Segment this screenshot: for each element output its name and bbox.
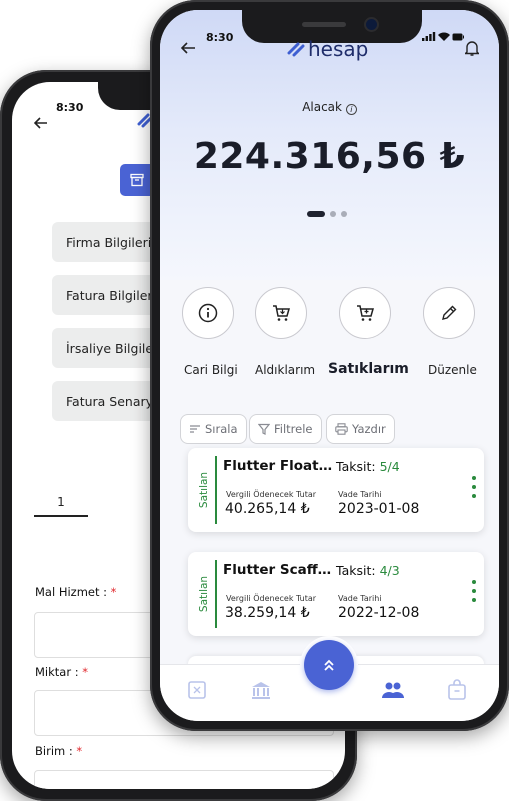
due-date-label: Vade Tarihi (338, 594, 382, 603)
filter-icon (258, 423, 270, 435)
birim-field[interactable] (34, 770, 334, 789)
taksit: Taksit: 4/3 (336, 563, 400, 578)
balance-label: Alacak (302, 100, 342, 114)
status-text: Satılan (198, 575, 211, 613)
step-number: 1 (57, 495, 65, 509)
menu-item-label: Fatura Bilgileri (66, 287, 157, 303)
status-bar (215, 456, 217, 524)
filtrele-button[interactable]: Filtrele (249, 414, 322, 444)
back-arrow-icon[interactable] (33, 114, 48, 129)
field-label-birim: Birim : * (35, 744, 82, 758)
field-label-mal-hizmet: Mal Hizmet : * (35, 585, 116, 599)
satiklarim-label: Satıklarım (328, 361, 409, 377)
front-phone-screen: 8:30 hesap Alacak i 224.316,56 ₺ Cari Bi… (160, 10, 499, 721)
field-label-text: Birim : (35, 744, 73, 758)
aldiklarim-button[interactable] (255, 287, 307, 339)
tax-amount-value: 40.265,14 ₺ (225, 501, 310, 517)
yazdir-button[interactable]: Yazdır (326, 414, 395, 444)
cart-icon (273, 305, 290, 321)
taksit-value: 4/3 (379, 563, 400, 578)
taksit-label: Taksit: (336, 563, 376, 578)
required-marker: * (110, 585, 117, 599)
step-indicator[interactable]: 1 (34, 495, 88, 517)
field-label-miktar: Miktar : * (35, 665, 88, 679)
required-marker: * (82, 665, 88, 679)
status-label: Satılan (196, 464, 212, 516)
cart-plus-icon (357, 305, 374, 321)
app-logo: hesap (286, 37, 369, 61)
printer-icon (335, 423, 348, 435)
field-label-text: Mal Hizmet : (35, 585, 108, 599)
front-phone-frame: 8:30 hesap Alacak i 224.316,56 ₺ Cari Bi… (150, 0, 509, 731)
status-time: 8:30 (206, 31, 234, 44)
tax-amount-label: Vergili Ödenecek Tutar (226, 490, 317, 499)
due-date-label: Vade Tarihi (338, 490, 382, 499)
balance-label-row: Alacak i (160, 100, 499, 115)
filtrele-label: Filtrele (274, 422, 313, 436)
double-chevron-up-icon (324, 659, 334, 671)
carousel-dot (330, 211, 336, 217)
status-label: Satılan (196, 568, 212, 620)
front-camera (366, 19, 377, 30)
taksit: Taksit: 5/4 (336, 459, 400, 474)
wifi-icon (438, 32, 450, 41)
yazdir-label: Yazdır (352, 422, 386, 436)
nav-bag-icon[interactable] (447, 679, 471, 703)
nav-customers-icon[interactable] (381, 679, 405, 703)
satiklarim-button[interactable] (339, 287, 391, 339)
sirala-button[interactable]: Sırala (180, 414, 247, 444)
back-arrow-icon[interactable] (180, 39, 196, 54)
more-icon[interactable] (470, 476, 478, 498)
carousel-dot-active (307, 211, 325, 217)
nav-invoice-icon[interactable] (186, 679, 210, 703)
logo-text: hesap (308, 37, 369, 61)
transaction-title: Flutter Scaffold (223, 562, 333, 578)
transaction-title: Flutter Floating Action Button (223, 458, 333, 474)
carousel-indicator[interactable] (307, 211, 351, 217)
info-icon (198, 303, 218, 323)
due-date-value: 2022-12-08 (338, 605, 420, 621)
menu-item-label: Firma Bilgileri (66, 234, 152, 250)
due-date-value: 2023-01-08 (338, 501, 420, 517)
cari-bilgi-button[interactable] (182, 287, 234, 339)
info-icon[interactable]: i (345, 104, 357, 115)
cari-bilgi-label: Cari Bilgi (184, 363, 238, 377)
field-label-text: Miktar : (35, 665, 79, 679)
menu-item-label: İrsaliye Bilgileri (66, 340, 162, 356)
status-time: 8:30 (56, 101, 84, 114)
tax-amount-value: 38.259,14 ₺ (225, 605, 310, 621)
taksit-value: 5/4 (379, 459, 400, 474)
carousel-dot (341, 211, 347, 217)
required-marker: * (76, 744, 83, 758)
taksit-label: Taksit: (336, 459, 376, 474)
bell-icon[interactable] (463, 40, 481, 56)
signal-icon (422, 32, 436, 41)
duzenle-button[interactable] (423, 287, 475, 339)
transaction-card[interactable]: Satılan Flutter Scaffold Taksit: 4/3 Ver… (188, 552, 484, 636)
nav-bank-icon[interactable] (250, 679, 274, 703)
more-icon[interactable] (470, 580, 478, 602)
battery-icon (452, 33, 464, 41)
tax-amount-label: Vergili Ödenecek Tutar (226, 594, 317, 603)
sort-icon (190, 425, 200, 433)
speaker-grille (302, 22, 346, 27)
scroll-up-fab[interactable] (304, 640, 354, 690)
pencil-icon (442, 305, 457, 320)
transaction-card[interactable]: Satılan Flutter Floating Action Button T… (188, 448, 484, 532)
status-bar (215, 560, 217, 628)
hesap-logo-icon (287, 42, 305, 57)
status-text: Satılan (198, 471, 211, 509)
status-icons (422, 32, 464, 42)
sirala-label: Sırala (205, 422, 238, 436)
duzenle-label: Düzenle (428, 363, 477, 377)
aldiklarim-label: Aldıklarım (255, 363, 316, 377)
archive-icon (130, 173, 144, 187)
balance-amount: 224.316,56 ₺ (193, 136, 466, 177)
